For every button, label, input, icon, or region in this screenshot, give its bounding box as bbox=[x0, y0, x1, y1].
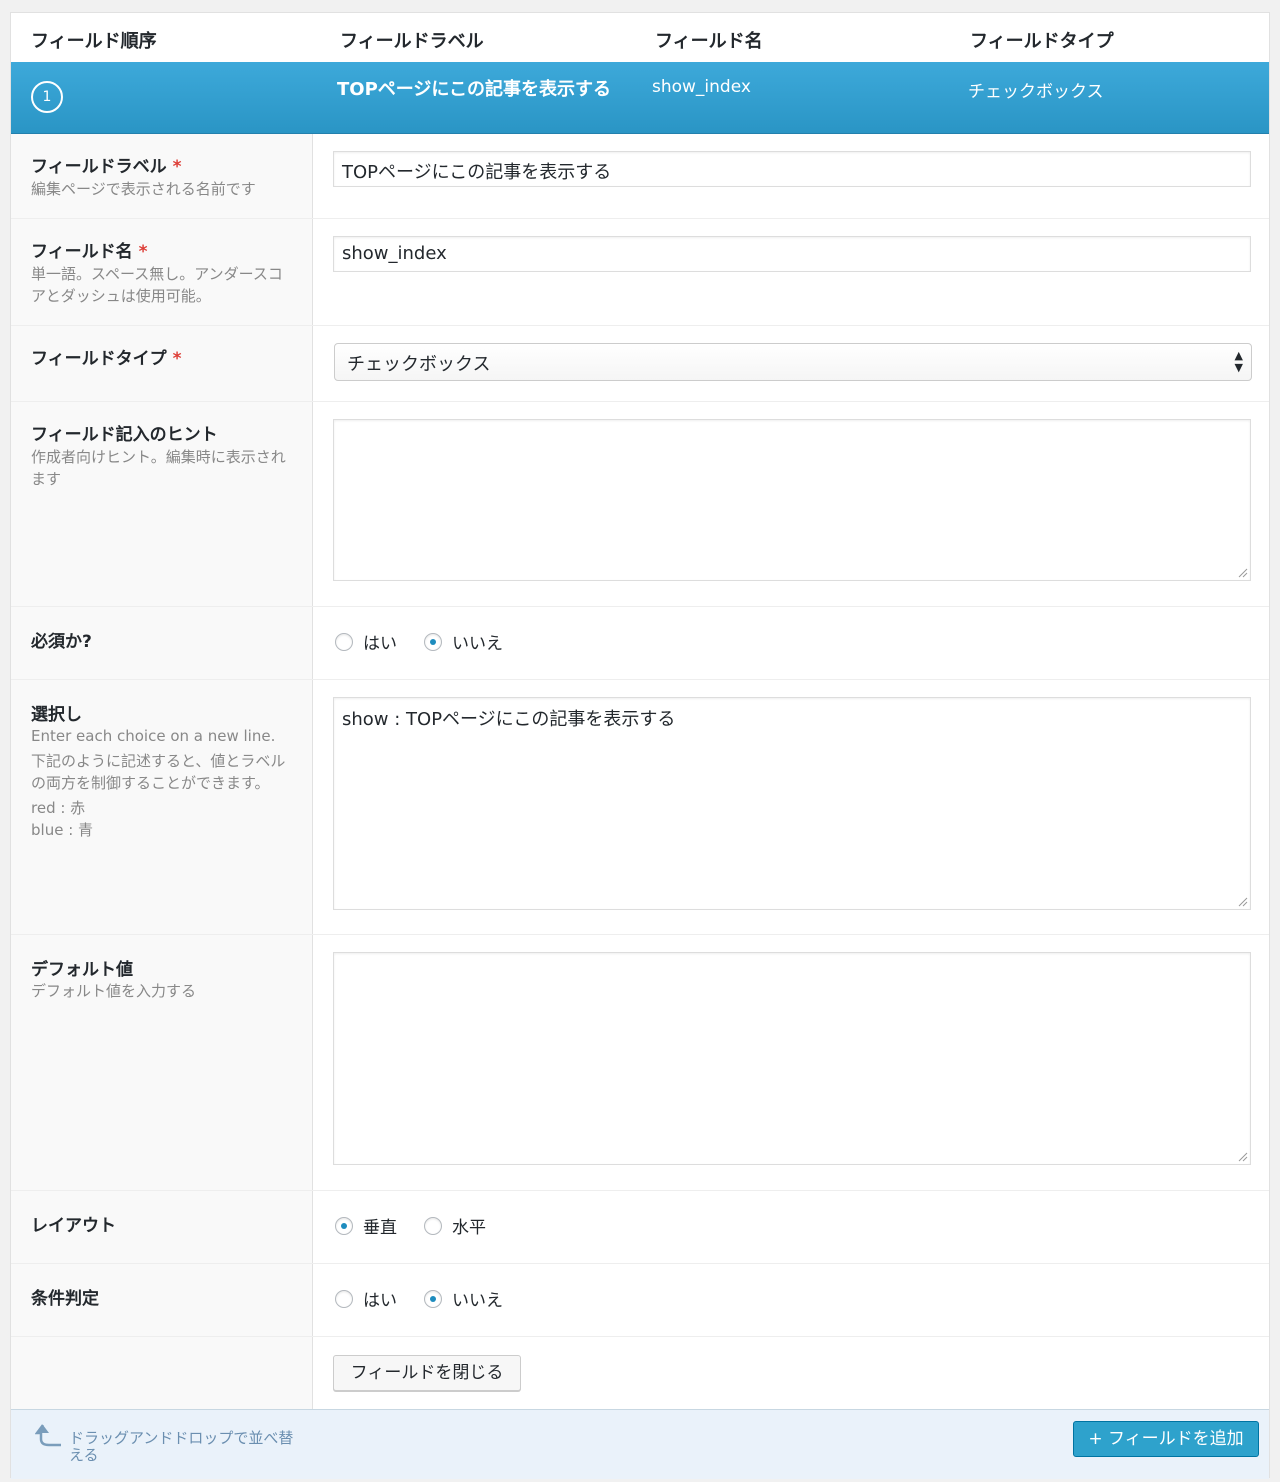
drag-drop-hint: ドラッグアンドドロップで並べ替える bbox=[69, 1429, 294, 1464]
default-textarea[interactable] bbox=[333, 952, 1251, 1165]
field-hint-textarea[interactable] bbox=[333, 419, 1251, 581]
table-header: フィールド順序 フィールドラベル フィールド名 フィールドタイプ bbox=[11, 13, 1269, 63]
radio-circle[interactable] bbox=[335, 632, 353, 651]
drag-arrow-icon bbox=[35, 1424, 61, 1447]
row-required: 必須か? はい いいえ bbox=[11, 607, 1269, 680]
layout-horizontal-radio[interactable]: 水平 bbox=[424, 1213, 486, 1238]
field-editor-panel: フィールド順序 フィールドラベル フィールド名 フィールドタイプ 1 TOPペー… bbox=[10, 12, 1270, 1479]
default-title: デフォルト値 bbox=[31, 960, 133, 980]
row-close: フィールドを閉じる bbox=[11, 1337, 1269, 1409]
radio-label: はい bbox=[363, 1291, 397, 1311]
field-type-select[interactable]: チェックボックス ▲ ▼ bbox=[334, 343, 1252, 381]
conditional-no-radio[interactable]: いいえ bbox=[424, 1286, 503, 1311]
field-hint-title: フィールド記入のヒント bbox=[31, 425, 218, 445]
field-name-title: フィールド名 * bbox=[31, 242, 148, 262]
row-field-label: フィールドラベル * 編集ページで表示される名前です TOPページにこの記事を表… bbox=[11, 134, 1269, 219]
row-field-type: フィールドタイプ * チェックボックス ▲ ▼ bbox=[11, 326, 1269, 402]
radio-label: 垂直 bbox=[363, 1218, 397, 1238]
layout-vertical-radio[interactable]: 垂直 bbox=[335, 1213, 397, 1238]
row-default: デフォルト値 デフォルト値を入力する bbox=[11, 935, 1269, 1191]
choices-title: 選択し bbox=[31, 705, 82, 725]
conditional-title: 条件判定 bbox=[31, 1289, 99, 1309]
choices-desc: Enter each choice on a new line. 下記のように記… bbox=[31, 725, 293, 841]
field-label-desc: 編集ページで表示される名前です bbox=[31, 180, 256, 198]
radio-label: いいえ bbox=[452, 1291, 503, 1311]
row-field-hint: フィールド記入のヒント 作成者向けヒント。編集時に表示されます bbox=[11, 402, 1269, 607]
field-bar-type: チェックボックス bbox=[968, 82, 1104, 102]
field-type-title: フィールドタイプ * bbox=[31, 349, 182, 369]
choices-value: show : TOPページにこの記事を表示する bbox=[342, 709, 676, 730]
field-name-input[interactable]: show_index bbox=[333, 236, 1251, 272]
conditional-yes-radio[interactable]: はい bbox=[335, 1286, 397, 1311]
row-field-name: フィールド名 * 単一語。スペース無し。アンダースコアとダッシュは使用可能。 s… bbox=[11, 219, 1269, 326]
row-layout: レイアウト 垂直 水平 bbox=[11, 1191, 1269, 1264]
field-name-desc: 単一語。スペース無し。アンダースコアとダッシュは使用可能。 bbox=[31, 265, 283, 305]
radio-label: 水平 bbox=[452, 1218, 486, 1238]
header-label: フィールドラベル bbox=[340, 31, 484, 52]
choices-example-blue: blue : 青 bbox=[31, 821, 94, 839]
row-choices: 選択し Enter each choice on a new line. 下記の… bbox=[11, 680, 1269, 935]
row-conditional: 条件判定 はい いいえ bbox=[11, 1264, 1269, 1337]
radio-circle-checked[interactable] bbox=[335, 1216, 353, 1235]
radio-circle-checked[interactable] bbox=[424, 632, 442, 651]
radio-circle-checked[interactable] bbox=[424, 1289, 442, 1308]
choices-desc-line2: 下記のように記述すると、値とラベルの両方を制御することができます。 bbox=[31, 752, 286, 792]
choices-desc-line1: Enter each choice on a new line. bbox=[31, 727, 276, 745]
radio-circle[interactable] bbox=[424, 1216, 442, 1235]
choices-textarea[interactable]: show : TOPページにこの記事を表示する bbox=[333, 697, 1251, 910]
required-yes-radio[interactable]: はい bbox=[335, 629, 397, 654]
field-hint-desc: 作成者向けヒント。編集時に表示されます bbox=[31, 448, 286, 488]
header-order: フィールド順序 bbox=[31, 31, 157, 52]
add-field-button[interactable]: + フィールドを追加 bbox=[1073, 1421, 1259, 1457]
required-title: 必須か? bbox=[31, 632, 92, 652]
radio-label: いいえ bbox=[452, 634, 503, 654]
field-type-selected: チェックボックス bbox=[347, 354, 491, 375]
resize-grip-icon[interactable] bbox=[1238, 897, 1248, 907]
header-type: フィールドタイプ bbox=[970, 31, 1114, 52]
resize-grip-icon[interactable] bbox=[1238, 568, 1248, 578]
field-order-badge[interactable]: 1 bbox=[31, 81, 63, 113]
radio-label: はい bbox=[363, 634, 397, 654]
choices-example-red: red : 赤 bbox=[31, 799, 86, 817]
field-row-bar[interactable]: 1 TOPページにこの記事を表示する show_index チェックボックス bbox=[11, 62, 1269, 134]
field-bar-name: show_index bbox=[652, 77, 751, 97]
header-name: フィールド名 bbox=[655, 31, 763, 52]
required-no-radio[interactable]: いいえ bbox=[424, 629, 503, 654]
field-label-title: フィールドラベル * bbox=[31, 157, 182, 177]
default-desc: デフォルト値を入力する bbox=[31, 982, 197, 1000]
field-label-input[interactable]: TOPページにこの記事を表示する bbox=[333, 151, 1251, 187]
radio-circle[interactable] bbox=[335, 1289, 353, 1308]
resize-grip-icon[interactable] bbox=[1238, 1152, 1248, 1162]
select-updown-icon: ▲ ▼ bbox=[1234, 349, 1243, 374]
field-editor-footer: ドラッグアンドドロップで並べ替える + フィールドを追加 bbox=[11, 1409, 1269, 1479]
field-bar-label[interactable]: TOPページにこの記事を表示する bbox=[337, 75, 611, 101]
close-field-button[interactable]: フィールドを閉じる bbox=[333, 1355, 521, 1391]
layout-title: レイアウト bbox=[31, 1216, 116, 1236]
